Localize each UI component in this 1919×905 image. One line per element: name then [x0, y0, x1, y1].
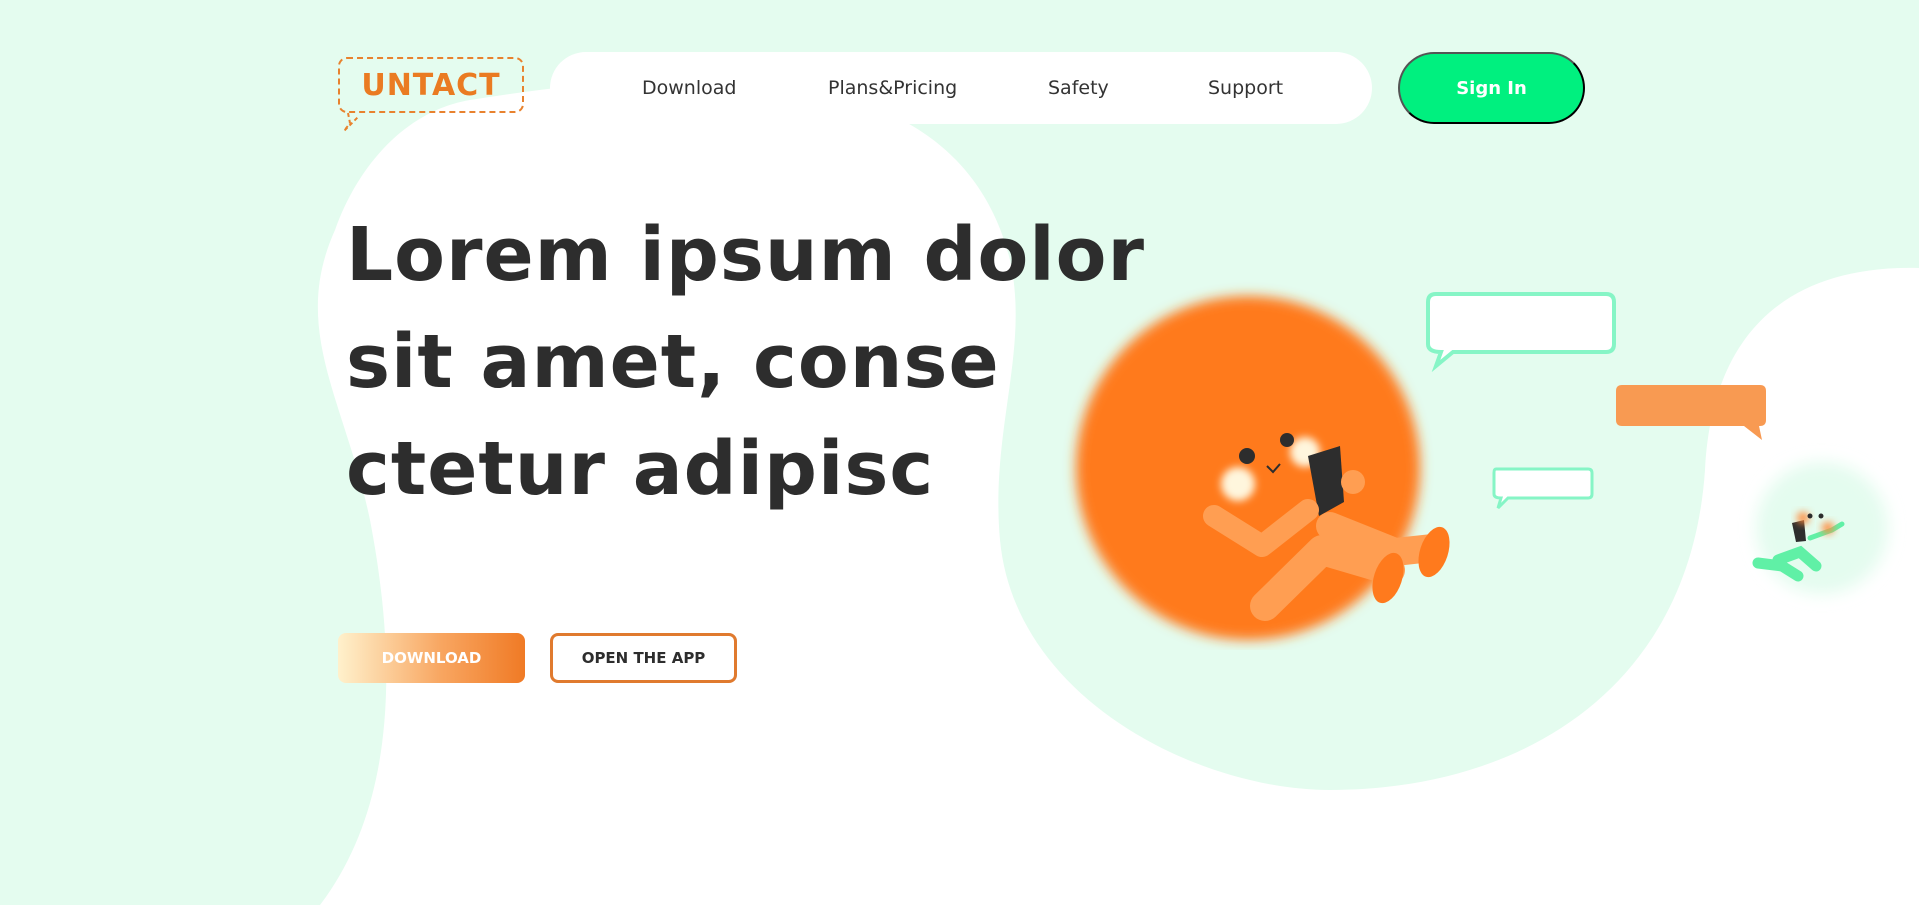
- headline-line-2: sit amet, conse: [346, 319, 1000, 405]
- open-app-button[interactable]: OPEN THE APP: [550, 633, 737, 683]
- main-nav: Download Plans&Pricing Safety Support: [550, 52, 1372, 124]
- logo-speech-tail: [344, 112, 359, 132]
- nav-plans-pricing[interactable]: Plans&Pricing: [828, 52, 957, 124]
- nav-support[interactable]: Support: [1208, 52, 1283, 124]
- brand-logo[interactable]: UNTACT: [338, 57, 524, 113]
- orange-speech-bubble: [1616, 385, 1766, 440]
- headline-line-1: Lorem ipsum dolor: [346, 212, 1145, 298]
- hero-illustration: [1076, 292, 1888, 640]
- sign-in-button[interactable]: Sign In: [1398, 52, 1585, 124]
- nav-download[interactable]: Download: [642, 52, 736, 124]
- green-speech-bubble-small: [1492, 467, 1594, 510]
- nav-safety[interactable]: Safety: [1048, 52, 1109, 124]
- logo-text: UNTACT: [361, 67, 501, 103]
- green-speech-bubble-large: [1426, 292, 1616, 373]
- headline-line-3: ctetur adipisc: [346, 426, 935, 512]
- small-green-character: [1752, 462, 1888, 594]
- orange-orb: [1076, 296, 1420, 640]
- hero-headline: Lorem ipsum dolor sit amet, conse ctetur…: [346, 202, 1145, 523]
- download-button[interactable]: DOWNLOAD: [338, 633, 525, 683]
